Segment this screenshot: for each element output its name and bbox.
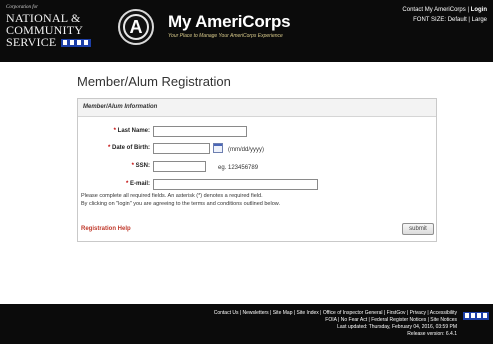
utility-links: Contact My AmeriCorps | Login FONT SIZE:… bbox=[402, 7, 487, 23]
font-size-label: FONT SIZE: bbox=[413, 17, 447, 23]
ssn-input[interactable] bbox=[153, 161, 206, 172]
font-default-link[interactable]: Default bbox=[448, 17, 467, 23]
dob-label: * Date of Birth: bbox=[107, 145, 150, 151]
required-mark: * bbox=[113, 128, 116, 134]
release-version-text: Release version: 6.4.1 bbox=[407, 331, 457, 337]
cncs-logo[interactable]: Corporation for NATIONAL & COMMUNITY SER… bbox=[6, 5, 96, 57]
dob-input[interactable] bbox=[153, 143, 210, 154]
terms-note: By clicking on "login" you are agreeing … bbox=[81, 201, 280, 207]
last-name-label: * Last Name: bbox=[113, 128, 150, 134]
app-tagline: Your Place to Manage Your AmeriCorps Exp… bbox=[168, 33, 283, 39]
submit-button[interactable]: submit bbox=[402, 223, 434, 235]
footer-links-line2[interactable]: FOIA | No Fear Act | Federal Register No… bbox=[37, 317, 457, 324]
logo-org-line3: SERVICE bbox=[6, 35, 57, 49]
app-title[interactable]: My AmeriCorps bbox=[168, 12, 291, 32]
flag-stars-icon bbox=[61, 39, 91, 47]
footer-links: Contact Us | Newsletters | Site Map | Si… bbox=[37, 310, 457, 324]
required-mark: * bbox=[125, 181, 129, 187]
last-name-input[interactable] bbox=[153, 126, 247, 137]
last-updated-text: Last updated: Thursday, February 04, 201… bbox=[337, 324, 457, 330]
calendar-icon[interactable] bbox=[213, 143, 223, 153]
americorps-seal-icon bbox=[118, 9, 154, 45]
ssn-label: * SSN: bbox=[131, 163, 150, 169]
ssn-hint: eg. 123456789 bbox=[218, 165, 259, 171]
section-header: Member/Alum Information bbox=[78, 99, 436, 117]
email-input[interactable] bbox=[153, 179, 318, 190]
footer-links-line1[interactable]: Contact Us | Newsletters | Site Map | Si… bbox=[37, 310, 457, 317]
page-title: Member/Alum Registration bbox=[77, 74, 231, 89]
required-fields-note: Please complete all required fields. An … bbox=[81, 193, 263, 199]
required-mark: * bbox=[107, 145, 111, 151]
flag-stars-icon bbox=[463, 312, 489, 320]
contact-link[interactable]: Contact My AmeriCorps bbox=[402, 7, 465, 13]
email-label: * E-mail: bbox=[125, 181, 150, 187]
footer-meta: Last updated: Thursday, February 04, 201… bbox=[157, 324, 457, 338]
font-large-link[interactable]: Large bbox=[472, 17, 487, 23]
registration-form: Member/Alum Information * Last Name: * D… bbox=[77, 98, 437, 242]
dob-hint: (mm/dd/yyyy) bbox=[228, 147, 264, 153]
required-mark: * bbox=[131, 163, 134, 169]
site-footer: Contact Us | Newsletters | Site Map | Si… bbox=[0, 304, 493, 344]
registration-help-link[interactable]: Registration Help bbox=[81, 226, 131, 232]
logo-org-small: Corporation for bbox=[6, 5, 39, 10]
login-link[interactable]: Login bbox=[471, 7, 487, 13]
site-header: Corporation for NATIONAL & COMMUNITY SER… bbox=[0, 0, 493, 62]
